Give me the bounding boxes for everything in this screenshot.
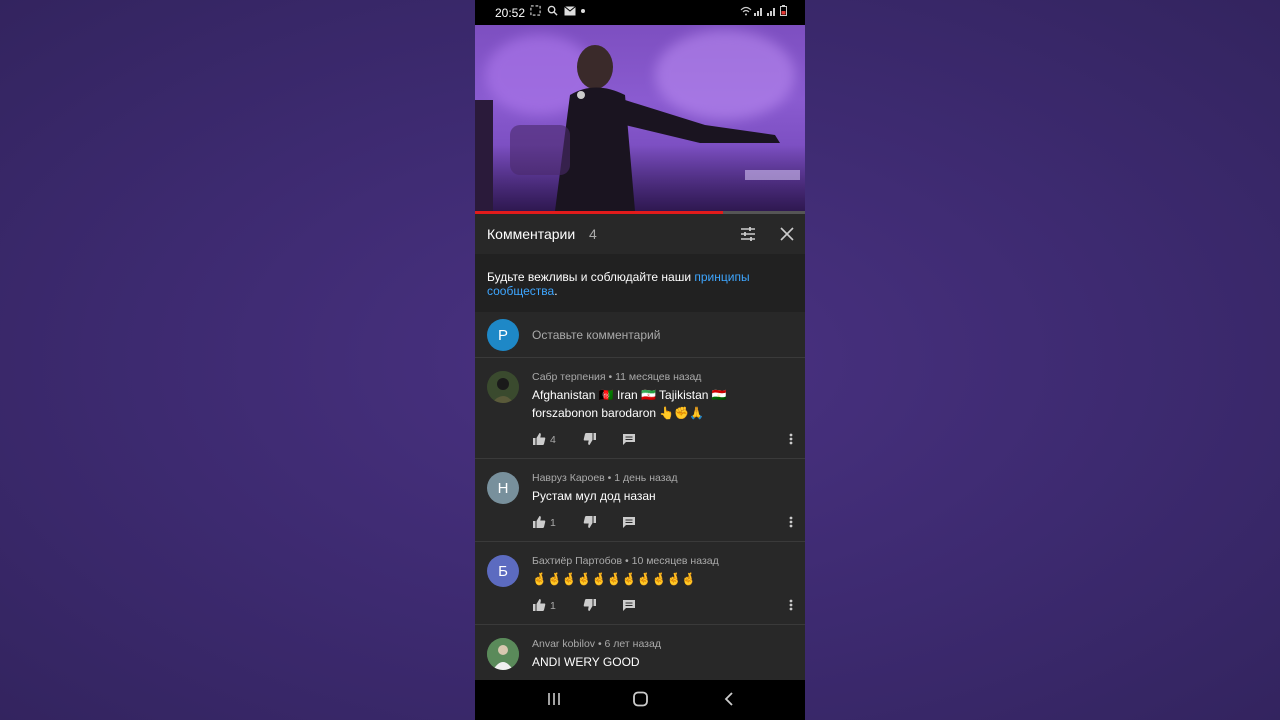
avatar-photo-icon — [487, 371, 519, 403]
comment-actions: 1 — [532, 515, 802, 531]
dislike-icon[interactable] — [583, 515, 597, 529]
avatar-photo-icon — [487, 638, 519, 670]
comment-item: Б Бахтиёр Партобов • 10 месяцев назад 🤞🤞… — [475, 541, 805, 625]
current-user-avatar-letter: P — [497, 326, 508, 344]
comment-text: 🤞🤞🤞🤞🤞🤞🤞🤞🤞🤞🤞 — [532, 572, 697, 586]
like-icon[interactable] — [532, 598, 546, 612]
comment-author[interactable]: Сабр терпения — [532, 371, 606, 383]
avatar[interactable] — [487, 638, 519, 670]
recent-apps-icon[interactable] — [546, 691, 562, 707]
system-navigation-bar — [475, 680, 805, 720]
avatar-letter: Б — [498, 562, 508, 580]
comment-author[interactable]: Бахтиёр Партобов — [532, 555, 622, 567]
search-icon — [547, 5, 558, 16]
like-count: 1 — [550, 517, 556, 529]
comment-item: Anvar kobilov • 6 лет назад ANDI WERY GO… — [475, 624, 805, 681]
comment-meta: Сабр терпения • 11 месяцев назад — [532, 371, 702, 383]
reply-icon[interactable] — [622, 432, 636, 446]
like-icon[interactable] — [532, 515, 546, 529]
avatar-letter: Н — [497, 479, 509, 497]
dislike-icon[interactable] — [583, 432, 597, 446]
signal-icon — [754, 7, 763, 16]
comment-text: Рустам мул дод назан — [532, 489, 656, 503]
more-options-icon[interactable] — [788, 515, 794, 529]
close-icon[interactable] — [778, 225, 796, 243]
like-count: 1 — [550, 600, 556, 612]
mail-icon — [563, 5, 576, 15]
screenshot-icon — [530, 5, 541, 16]
current-user-avatar: P — [487, 319, 519, 351]
more-options-icon[interactable] — [788, 598, 794, 612]
avatar[interactable]: Н — [487, 472, 519, 504]
comment-meta: Anvar kobilov • 6 лет назад — [532, 638, 661, 650]
more-options-icon[interactable] — [788, 432, 794, 446]
avatar[interactable]: Б — [487, 555, 519, 587]
add-comment-row[interactable]: P Оставьте комментарий — [475, 312, 805, 357]
performer-silhouette — [475, 45, 800, 211]
home-icon[interactable] — [632, 690, 650, 708]
comment-time: 6 лет назад — [604, 638, 661, 650]
comment-actions: 1 — [532, 598, 802, 614]
comment-text: Afghanistan 🇦🇫 Iran 🇮🇷 Tajikistan 🇹🇯 for… — [532, 388, 727, 420]
reply-icon[interactable] — [622, 515, 636, 529]
community-guidelines-notice: Будьте вежливы и соблюдайте наши принцип… — [475, 254, 805, 312]
notification-icons — [530, 5, 586, 16]
comment-author[interactable]: Навруз Кароев — [532, 472, 605, 484]
like-count: 4 — [550, 434, 556, 446]
video-player[interactable] — [475, 25, 805, 211]
comment-time: 10 месяцев назад — [631, 555, 719, 567]
system-icons — [740, 5, 787, 16]
comments-header: Комментарии 4 — [475, 214, 805, 254]
sort-filter-icon[interactable] — [739, 225, 757, 243]
comments-count: 4 — [589, 226, 597, 242]
guidelines-text: Будьте вежливы и соблюдайте наши — [487, 270, 695, 284]
comment-author[interactable]: Anvar kobilov — [532, 638, 595, 650]
back-icon[interactable] — [721, 691, 737, 707]
comment-item: Н Навруз Кароев • 1 день назад Рустам му… — [475, 458, 805, 542]
comment-item: Сабр терпения • 11 месяцев назад Afghani… — [475, 357, 805, 459]
comment-time: 11 месяцев назад — [615, 371, 702, 383]
comment-text: ANDI WERY GOOD — [532, 655, 640, 669]
comments-title: Комментарии — [487, 226, 576, 242]
reply-icon[interactable] — [622, 598, 636, 612]
comment-actions: 4 — [532, 432, 802, 448]
dislike-icon[interactable] — [583, 598, 597, 612]
status-time: 20:52 — [495, 6, 526, 20]
add-comment-input[interactable]: Оставьте комментарий — [532, 328, 660, 342]
avatar[interactable] — [487, 371, 519, 403]
comment-time: 1 день назад — [614, 472, 678, 484]
like-icon[interactable] — [532, 432, 546, 446]
status-bar: 20:52 — [475, 0, 805, 25]
comment-meta: Бахтиёр Партобов • 10 месяцев назад — [532, 555, 719, 567]
dot-icon — [581, 8, 586, 13]
wifi-icon — [740, 6, 752, 15]
comment-meta: Навруз Кароев • 1 день назад — [532, 472, 678, 484]
phone-screen: 20:52 Комментарии 4 Будьте вежливы и соб… — [475, 0, 805, 720]
battery-icon — [780, 5, 787, 16]
guidelines-end: . — [554, 284, 558, 298]
signal-icon-2 — [767, 7, 776, 16]
